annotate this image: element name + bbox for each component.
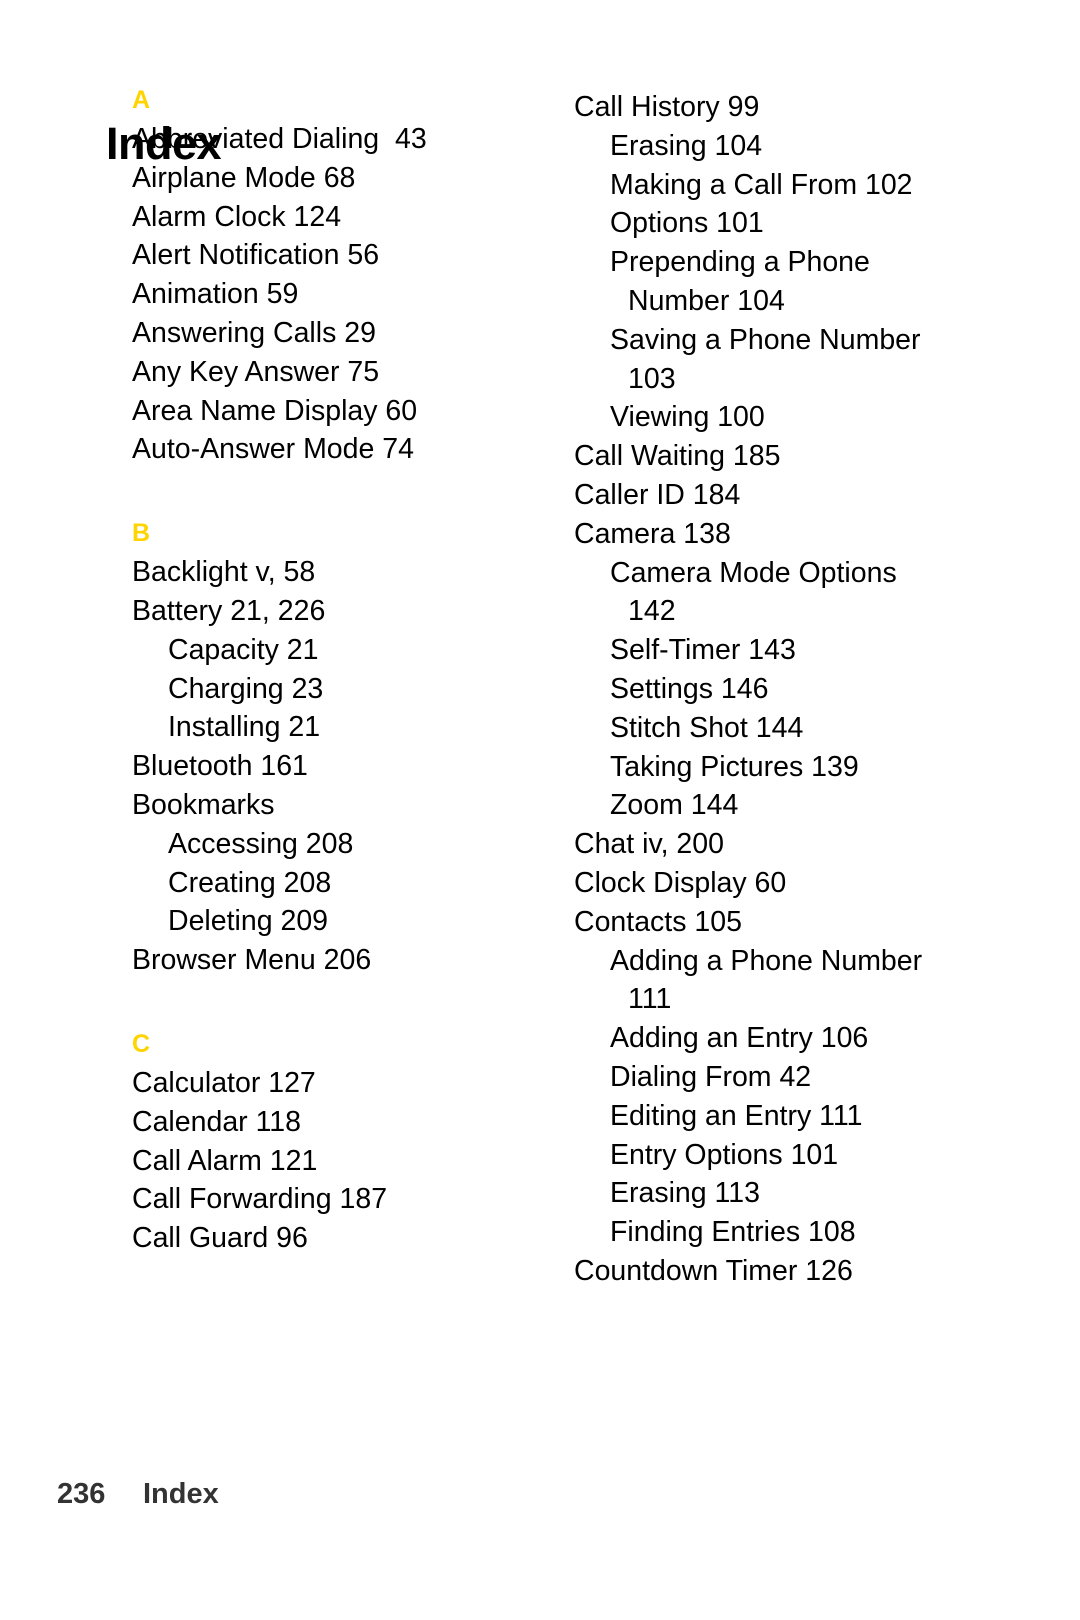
footer-label: Index <box>143 1478 219 1510</box>
index-subentry: Finding Entries 108 <box>610 1216 856 1249</box>
index-subentry: Saving a Phone Number <box>610 323 921 356</box>
index-subentry: Taking Pictures 139 <box>610 750 859 783</box>
index-entry: Clock Display 60 <box>574 866 787 899</box>
index-subentry: Options 101 <box>610 207 764 240</box>
letter-heading-c: C <box>132 1029 151 1058</box>
index-entry: Call History 99 <box>574 91 760 123</box>
index-subentry: Installing 21 <box>168 711 321 744</box>
index-subentry: Adding an Entry 106 <box>610 1022 869 1055</box>
index-column-left: A Abbreviated Dialing 43 Airplane Mode 68 A… <box>132 88 532 1258</box>
index-subentry: Deleting 209 <box>168 905 329 938</box>
index-subentry: Stitch Shot 144 <box>610 711 804 744</box>
index-subentry: 103 <box>628 362 676 395</box>
index-entry: Alert Notification 56 <box>132 239 380 272</box>
index-entry: Animation 59 <box>132 278 299 311</box>
index-subentry: Capacity 21 <box>168 633 319 666</box>
index-subentry: Dialing From 42 <box>610 1060 812 1093</box>
page-footer: 236 Index <box>57 1478 219 1511</box>
index-subentry: Charging 23 <box>168 672 324 705</box>
index-page: Index A Abbreviated Dialing 43 Airplane Mo… <box>0 0 1080 1620</box>
index-entry: Call Forwarding 187 <box>132 1183 388 1216</box>
index-entry: Bookmarks <box>132 788 275 821</box>
index-entry: Calendar 118 <box>132 1105 302 1138</box>
index-entry: Browser Menu 206 <box>132 944 372 977</box>
index-entry: Answering Calls 29 <box>132 316 376 349</box>
index-subentry: Number 104 <box>628 284 785 317</box>
index-subentry: 142 <box>628 595 676 628</box>
index-subentry: Viewing 100 <box>610 401 765 434</box>
letter-group-gap <box>132 469 532 491</box>
index-entry: Backlight v, 58 <box>132 556 316 589</box>
index-column-left-content: A Abbreviated Dialing 43 Airplane Mode 68 A… <box>132 88 532 1258</box>
index-subentry: Making a Call From 102 <box>610 168 913 201</box>
index-entry: Abbreviated Dialing 43 <box>132 123 427 155</box>
index-subentry: Adding a Phone Number <box>610 944 923 977</box>
footer-page-number: 236 <box>57 1478 106 1510</box>
index-subentry: Prepending a Phone <box>610 246 870 279</box>
index-entry: Airplane Mode 68 <box>132 161 356 194</box>
letter-heading-a: A <box>132 86 151 114</box>
index-subentry: 111 <box>628 983 672 1016</box>
index-entry: Caller ID 184 <box>574 478 741 511</box>
index-subentry: Zoom 144 <box>610 789 739 822</box>
index-column-right: Call History 99 Erasing 104 Making a Call … <box>574 88 974 1291</box>
index-subentry: Camera Mode Options <box>610 556 897 589</box>
index-subentry: Creating 208 <box>168 866 332 899</box>
letter-group-gap <box>132 980 532 1002</box>
index-entry: Area Name Display 60 <box>132 394 418 427</box>
index-entry: Countdown Timer 126 <box>574 1254 853 1287</box>
index-entry: Camera 138 <box>574 517 731 550</box>
index-subentry: Accessing 208 <box>168 827 354 860</box>
index-entry: Battery 21, 226 <box>132 594 326 627</box>
index-entry: Call Guard 96 <box>132 1222 308 1255</box>
index-entry: Bluetooth 161 <box>132 750 308 783</box>
index-subentry: Erasing 113 <box>610 1177 760 1210</box>
index-entry: Auto-Answer Mode 74 <box>132 433 414 466</box>
index-columns: A Abbreviated Dialing 43 Airplane Mode 68 A… <box>0 88 1080 1388</box>
index-subentry: Erasing 104 <box>610 129 763 162</box>
index-subentry: Settings 146 <box>610 672 769 705</box>
index-subentry: Self-Timer 143 <box>610 634 796 667</box>
index-entry: Alarm Clock 124 <box>132 200 342 233</box>
index-entry: Contacts 105 <box>574 905 742 938</box>
index-entry: Any Key Answer 75 <box>132 355 380 388</box>
index-column-right-content: Call History 99 Erasing 104 Making a Call … <box>574 88 974 1291</box>
index-subentry: Editing an Entry 111 <box>610 1099 863 1132</box>
index-entry: Calculator 127 <box>132 1066 316 1099</box>
index-entry: Call Alarm 121 <box>132 1144 318 1177</box>
index-entry: Chat iv, 200 <box>574 828 724 861</box>
index-entry: Call Waiting 185 <box>574 440 781 473</box>
index-subentry: Entry Options 101 <box>610 1138 839 1171</box>
letter-heading-b: B <box>132 519 151 548</box>
